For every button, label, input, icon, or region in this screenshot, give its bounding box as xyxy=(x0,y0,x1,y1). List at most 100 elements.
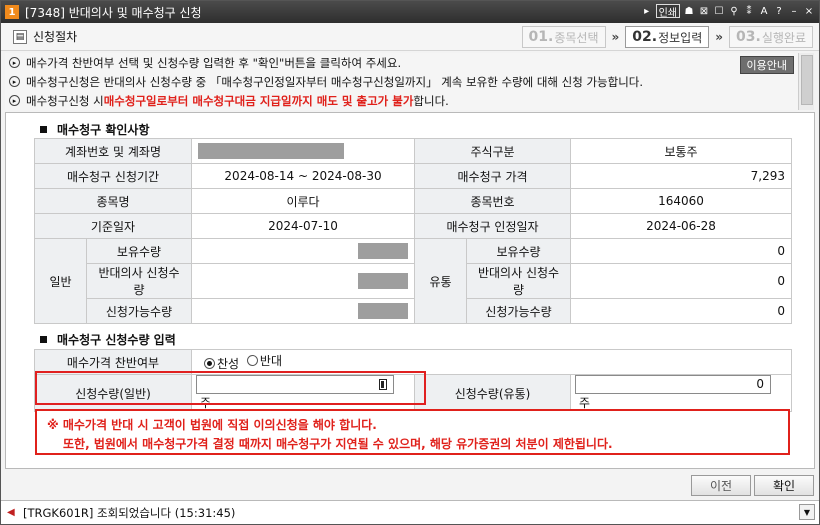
bullet-icon: ▸ xyxy=(9,57,20,68)
circ-avail-value: 0 xyxy=(570,298,793,324)
price-value: 7,293 xyxy=(570,163,793,189)
confirm-title-text: 매수청구 확인사항 xyxy=(57,123,150,137)
price-label: 매수청구 가격 xyxy=(414,163,572,189)
recog-date-value: 2024-06-28 xyxy=(570,213,793,239)
title-toolbar: ▸ 인쇄 ☗ ⊠ ☐ ⚲ ⁑ A ? – × xyxy=(641,4,815,19)
notice-line-2: ▸ 매수청구신청은 반대의사 신청수량 중 「매수청구인정일자부터 매수청구신청… xyxy=(5,72,798,91)
table-row: 매수청구 신청기간 2024-08-14 ~ 2024-08-30 매수청구 가… xyxy=(33,163,793,189)
procedure-label: 신청절차 xyxy=(33,30,78,44)
approve-radio[interactable]: 찬성 xyxy=(204,355,239,372)
notice-line-3: ▸ 매수청구신청 시 매수청구일로부터 매수청구대금 지급일까지 매도 및 출고… xyxy=(5,91,798,110)
table-row: 계좌번호 및 계좌명 주식구분 보통주 xyxy=(33,138,793,164)
input-title-text: 매수청구 신청수량 입력 xyxy=(57,333,176,347)
stock-type-value: 보통주 xyxy=(570,138,793,164)
button-row: 이전 확인 xyxy=(1,472,819,498)
name-label: 종목명 xyxy=(33,188,193,214)
period-value: 2024-08-14 ~ 2024-08-30 xyxy=(191,163,416,189)
notice-text-1: 매수가격 찬반여부 선택 및 신청수량 입력한 후 "확인"버튼을 클릭하여 주… xyxy=(26,55,402,70)
account-label: 계좌번호 및 계좌명 xyxy=(33,138,193,164)
confirm-section-title: 매수청구 확인사항 xyxy=(40,121,150,138)
bullet-icon: ▸ xyxy=(9,95,20,106)
warning-line-2: 또한, 법원에서 매수청구가격 결정 때까지 매수청구가 지연될 수 있으며, … xyxy=(63,437,613,451)
radio-empty-icon[interactable] xyxy=(246,355,258,366)
circ-qty-label: 신청수량(유통) xyxy=(414,374,571,412)
notice-text-3-suffix: 합니다. xyxy=(413,93,449,108)
notice-text-3-warning: 매수청구일로부터 매수청구대금 지급일까지 매도 및 출고가 불가 xyxy=(103,93,414,108)
excel-icon[interactable]: ⊠ xyxy=(698,4,710,18)
step-1: 01. 종목선택 xyxy=(521,26,606,48)
base-date-label: 기준일자 xyxy=(33,213,193,239)
usage-guide-button[interactable]: 이용안내 xyxy=(739,56,794,74)
prev-button[interactable]: 이전 xyxy=(691,475,751,496)
table-row: 일반 보유수량 유통 보유수량 0 xyxy=(34,238,793,324)
circ-label: 유통 xyxy=(414,238,468,324)
general-qty-highlight xyxy=(35,371,426,405)
confirm-table: 계좌번호 및 계좌명 주식구분 보통주 매수청구 신청기간 2024-08-14… xyxy=(33,138,793,324)
notice-text-3-prefix: 매수청구신청 시 xyxy=(26,93,104,108)
square-bullet-icon xyxy=(40,336,47,343)
input-section-title: 매수청구 신청수량 입력 xyxy=(40,331,176,348)
help-icon[interactable]: ? xyxy=(773,4,785,18)
app-icon: 1 xyxy=(5,5,19,19)
notice-line-1: ▸ 매수가격 찬반여부 선택 및 신청수량 입력한 후 "확인"버튼을 클릭하여… xyxy=(5,53,798,72)
notice-text-2: 매수청구신청은 반대의사 신청수량 중 「매수청구인정일자부터 매수청구신청일까… xyxy=(26,74,644,89)
recog-date-label: 매수청구 인정일자 xyxy=(414,213,572,239)
scrollbar-thumb[interactable] xyxy=(801,55,813,105)
step-2-label: 정보입력 xyxy=(658,30,703,45)
link-icon[interactable]: ⚲ xyxy=(728,4,740,18)
masked-value xyxy=(358,303,409,319)
circ-qty-input[interactable]: 0 xyxy=(575,375,771,394)
general-hold-label: 보유수량 xyxy=(85,238,193,264)
table-row: 반대의사 신청수량 반대의사 신청수량 0 xyxy=(35,263,793,299)
table-row: 종목명 이루다 종목번호 164060 xyxy=(33,188,793,214)
step-indicator: 01. 종목선택 » 02. 정보입력 » 03. 실행완료 xyxy=(521,26,813,48)
masked-value xyxy=(358,273,409,289)
print-button[interactable]: 인쇄 xyxy=(655,4,680,19)
copy-icon[interactable]: ☐ xyxy=(713,4,725,18)
table-row: 기준일자 2024-07-10 매수청구 인정일자 2024-06-28 xyxy=(33,213,793,239)
settings-icon[interactable]: ⁑ xyxy=(743,4,755,18)
radio-selected-icon[interactable] xyxy=(204,358,215,369)
general-oppose-label: 반대의사 신청수량 xyxy=(85,263,193,299)
circ-oppose-value: 0 xyxy=(570,263,793,299)
approve-radio-label[interactable]: 찬성 xyxy=(217,355,239,372)
oppose-radio-label[interactable]: 반대 xyxy=(260,352,282,369)
step-arrow-icon: » xyxy=(715,30,724,44)
general-label: 일반 xyxy=(34,238,87,324)
step-3-label: 실행완료 xyxy=(761,30,806,45)
bullet-icon: ▸ xyxy=(9,76,20,87)
confirm-button[interactable]: 확인 xyxy=(754,475,814,496)
general-avail-value xyxy=(191,298,416,324)
notice-scrollbar[interactable] xyxy=(798,53,814,110)
table-row: 신청가능수량 신청가능수량 0 xyxy=(35,298,793,324)
step-3: 03. 실행완료 xyxy=(729,26,813,48)
chevron-down-icon[interactable]: ▼ xyxy=(799,504,815,520)
step-arrow-icon: » xyxy=(611,30,620,44)
step-1-number: 01. xyxy=(528,29,554,45)
lock-icon[interactable]: ☗ xyxy=(683,4,695,18)
base-date-value: 2024-07-10 xyxy=(191,213,416,239)
step-2: 02. 정보입력 xyxy=(625,26,710,48)
code-value: 164060 xyxy=(570,188,793,214)
main-window: 1 [7348] 반대의사 및 매수청구 신청 ▸ 인쇄 ☗ ⊠ ☐ ⚲ ⁑ A… xyxy=(0,0,820,525)
general-avail-label: 신청가능수량 xyxy=(85,298,193,324)
window-title: [7348] 반대의사 및 매수청구 신청 xyxy=(25,5,202,20)
title-bar: 1 [7348] 반대의사 및 매수청구 신청 ▸ 인쇄 ☗ ⊠ ☐ ⚲ ⁑ A… xyxy=(1,1,819,23)
status-bar: ◀ [TRGK601R] 조회되었습니다 (15:31:45) ▼ xyxy=(1,500,819,524)
general-hold-value xyxy=(191,238,416,264)
circ-avail-label: 신청가능수량 xyxy=(466,298,572,324)
general-oppose-value xyxy=(191,263,416,299)
pin-icon[interactable]: ▸ xyxy=(641,4,653,18)
procedure-bar: ▤ 신청절차 01. 종목선택 » 02. 정보입력 » 03. 실행완료 xyxy=(1,23,819,51)
step-2-number: 02. xyxy=(632,29,658,45)
oppose-radio[interactable]: 반대 xyxy=(246,352,282,369)
code-label: 종목번호 xyxy=(414,188,572,214)
close-icon[interactable]: × xyxy=(803,4,815,18)
stock-type-label: 주식구분 xyxy=(414,138,572,164)
minimize-icon[interactable]: – xyxy=(788,4,800,18)
masked-value xyxy=(358,243,409,259)
procedure-icon: ▤ xyxy=(13,29,27,44)
step-1-label: 종목선택 xyxy=(554,30,599,45)
font-size-icon[interactable]: A xyxy=(758,4,770,18)
period-label: 매수청구 신청기간 xyxy=(33,163,193,189)
